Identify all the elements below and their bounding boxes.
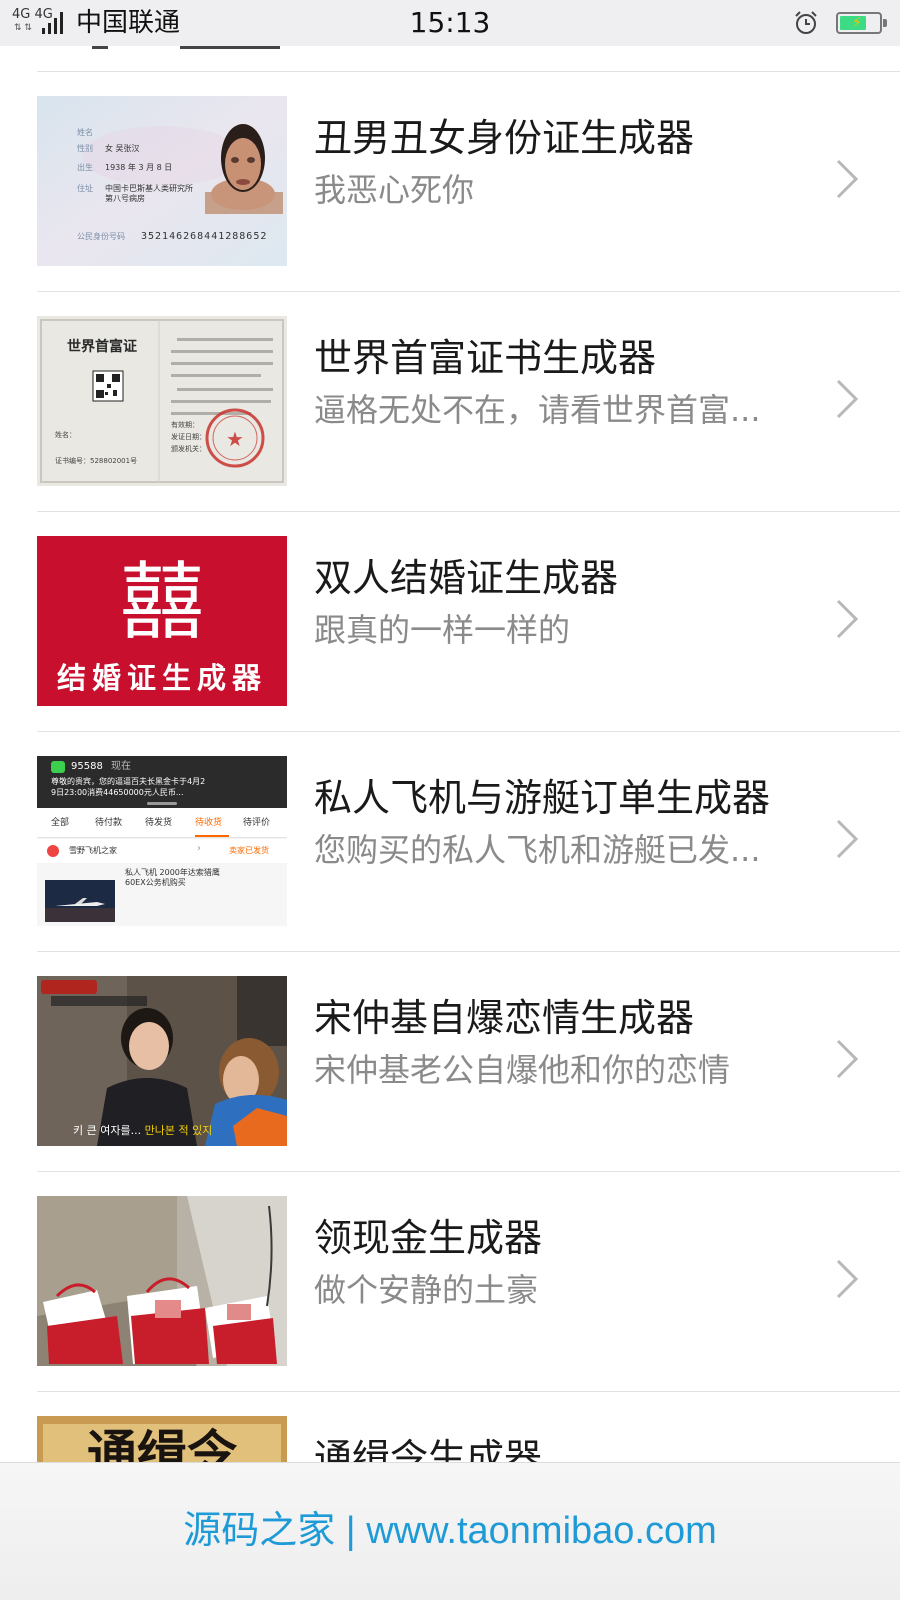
item-subtitle: 逼格无处不在，请看世界首富...	[314, 391, 761, 429]
order-tab: 待评价	[243, 818, 271, 828]
thumbnail-order: 95588 现在 尊敬的贵宾，您的逼逼百夫长黑金卡于4月2 9日23:00消费4…	[37, 756, 287, 926]
sms-notification: 95588 现在 尊敬的贵宾，您的逼逼百夫长黑金卡于4月2 9日23:00消费4…	[37, 756, 287, 808]
tv-subtitle: 키 큰 여자를... 만나본 적 있지	[73, 1124, 212, 1138]
list-item[interactable]: 95588 现在 尊敬的贵宾，您的逼逼百夫长黑金卡于4月2 9日23:00消费4…	[0, 732, 900, 952]
id-card-address: 中国卡巴斯基人类研究所 第八号病房	[105, 184, 193, 203]
list-item[interactable]: 囍 结婚证生成器 双人结婚证生成器 跟真的一样一样的	[0, 512, 900, 732]
order-tabs: 全部 待付款 待发货 待收货 待评价	[37, 808, 287, 838]
chevron-right-icon	[836, 599, 859, 639]
id-card-label-sex: 性别	[77, 144, 93, 153]
order-tab: 待发货	[145, 818, 173, 828]
item-title: 世界首富证书生成器	[314, 336, 657, 380]
thumbnail-marriage: 囍 结婚证生成器	[37, 536, 287, 706]
banner-link[interactable]: 源码之家 | www.taonmibao.com	[0, 1507, 900, 1555]
message-icon	[51, 761, 65, 773]
chevron-right-icon: ›	[197, 843, 201, 854]
shop-row: 雪野飞机之家 › 卖家已发货	[37, 839, 287, 863]
generator-list: 姓名 性别 女 吴张汉 出生 1938 年 3 月 8 日 住址 中国卡巴斯基人…	[0, 46, 900, 1462]
certificate-line: 发证日期：	[171, 433, 206, 441]
item-subtitle: 您购买的私人飞机和游艇已发...	[314, 831, 761, 869]
sms-time: 现在	[111, 761, 131, 772]
id-card-name: 女 吴张汉	[105, 144, 140, 153]
certificate-heading: 世界首富证	[67, 339, 137, 355]
thumbnail-certificate: ★ 世界首富证 姓名： 有效期： 发证日期： 颁发机关： 证书编号：528802…	[37, 316, 287, 486]
id-card-label-name: 姓名	[77, 128, 93, 137]
chevron-right-icon	[836, 379, 859, 419]
svg-text:★: ★	[226, 427, 244, 451]
certificate-line: 颁发机关：	[171, 445, 206, 453]
chevron-right-icon	[836, 819, 859, 859]
order-tab: 全部	[51, 818, 70, 828]
qr-code-icon	[92, 370, 124, 402]
wanted-heading: 通缉令	[87, 1424, 237, 1462]
order-status: 卖家已发货	[229, 846, 269, 855]
product-title: 60EX公务机购买	[125, 878, 186, 887]
item-title: 宋仲基自爆恋情生成器	[314, 996, 695, 1040]
clock: 15:13	[409, 6, 491, 39]
status-bar: 4G 4G ⇅ ⇅ 中国联通 15:13 ⚡	[0, 0, 900, 46]
sms-text: 9日23:00消费44650000元人民币...	[51, 788, 184, 797]
item-subtitle: 做个安静的土豪	[314, 1271, 539, 1309]
thumbnail-tv-still: 키 큰 여자를... 만나본 적 있지	[37, 976, 287, 1146]
thumbnail-cash-bags	[37, 1196, 287, 1366]
id-card-label-birth: 出生	[77, 163, 93, 172]
id-card-birth: 1938 年 3 月 8 日	[105, 163, 173, 172]
item-subtitle: 跟真的一样一样的	[314, 611, 571, 649]
order-tab: 待付款	[95, 818, 123, 828]
item-subtitle: 我恶心死你	[314, 171, 475, 209]
chevron-right-icon	[836, 1039, 859, 1079]
id-card-label-number: 公民身份号码	[77, 232, 125, 241]
product-row: 私人飞机 2000年达索猎鹰 60EX公务机购买	[37, 864, 287, 926]
chevron-right-icon	[836, 159, 859, 199]
tv-subtitle-highlight: 만나본 적 있지	[144, 1124, 213, 1137]
list-item[interactable]: 通缉令 通缉令生成器	[0, 1392, 900, 1462]
certificate-line: 有效期：	[171, 421, 199, 429]
shop-icon	[47, 845, 59, 857]
item-subtitle: 宋仲基老公自爆他和你的恋情	[314, 1051, 731, 1089]
previous-item-edge	[40, 46, 290, 49]
certificate-serial: 证书编号：528802001号	[55, 457, 138, 465]
sms-sender: 95588	[71, 761, 103, 772]
thumbnail-wanted-poster: 通缉令	[37, 1416, 287, 1462]
id-card-number: 352146268441288652	[141, 231, 268, 242]
footer-banner[interactable]: 源码之家 | www.taonmibao.com	[0, 1462, 900, 1600]
certificate-name-line: 姓名：	[55, 431, 76, 439]
item-title: 领现金生成器	[314, 1216, 543, 1260]
sms-text: 尊敬的贵宾，您的逼逼百夫长黑金卡于4月2	[51, 777, 206, 786]
battery-icon: ⚡	[836, 12, 887, 34]
thumbnail-id-card: 姓名 性别 女 吴张汉 出生 1938 年 3 月 8 日 住址 中国卡巴斯基人…	[37, 96, 287, 266]
item-title: 私人飞机与游艇订单生成器	[314, 776, 771, 820]
list-item[interactable]: 领现金生成器 做个安静的土豪	[0, 1172, 900, 1392]
jet-image	[45, 880, 115, 922]
marriage-caption: 结婚证生成器	[56, 661, 267, 695]
double-happiness-emblem: 囍	[119, 553, 204, 651]
item-title: 双人结婚证生成器	[314, 556, 619, 600]
alarm-icon	[795, 11, 817, 34]
list-item[interactable]: 키 큰 여자를... 만나본 적 있지 宋仲基自爆恋情生成器 宋仲基老公自爆他和…	[0, 952, 900, 1172]
order-tab-active: 待收货	[195, 818, 223, 828]
list-item[interactable]: ★ 世界首富证 姓名： 有效期： 发证日期： 颁发机关： 证书编号：528802…	[0, 292, 900, 512]
chevron-right-icon	[836, 1259, 859, 1299]
id-card-label-address: 住址	[77, 184, 93, 193]
product-title: 私人飞机 2000年达索猎鹰	[125, 868, 220, 877]
tv-subtitle-text: 키 큰 여자를...	[73, 1124, 142, 1137]
item-title: 通缉令生成器	[314, 1436, 543, 1462]
shop-name: 雪野飞机之家	[69, 846, 117, 855]
list-item[interactable]: 姓名 性别 女 吴张汉 出生 1938 年 3 月 8 日 住址 中国卡巴斯基人…	[0, 72, 900, 292]
item-title: 丑男丑女身份证生成器	[314, 116, 695, 160]
